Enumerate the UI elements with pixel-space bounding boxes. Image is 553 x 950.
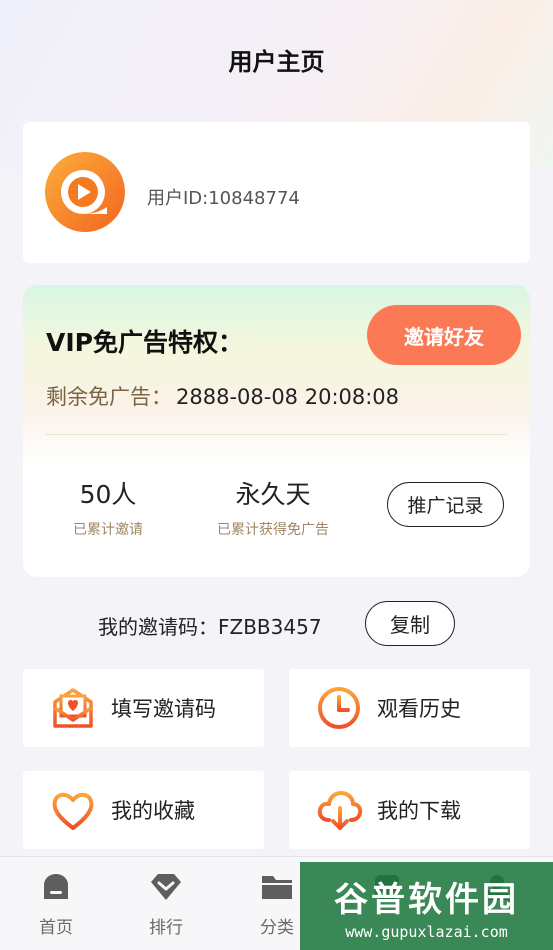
ad-free-days-stat: 永久天 已累计获得免广告 (203, 475, 343, 539)
tile-watch-history[interactable]: 观看历史 (289, 669, 530, 747)
heart-icon (52, 792, 94, 830)
vip-title: VIP免广告特权： (46, 328, 243, 357)
folder-icon (262, 876, 292, 899)
tile-label: 我的下载 (377, 799, 461, 823)
envelope-heart-icon (53, 688, 93, 728)
home-icon (44, 874, 68, 899)
watermark: 谷普软件园 www.gupuxlazai.com (300, 862, 553, 950)
tile-label: 填写邀请码 (111, 697, 216, 721)
tile-my-downloads[interactable]: 我的下载 (289, 771, 530, 849)
tab-label: 首页 (39, 918, 73, 938)
tile-label: 观看历史 (377, 697, 461, 721)
promotion-record-button[interactable]: 推广记录 (387, 482, 504, 527)
clock-icon (318, 687, 360, 729)
invited-count-stat: 50人 已累计邀请 (53, 475, 163, 539)
watermark-url: www.gupuxlazai.com (345, 922, 508, 941)
copy-button[interactable]: 复制 (365, 601, 455, 646)
invite-code: 我的邀请码：FZBB3457 (98, 615, 322, 639)
user-card[interactable]: 用户ID:10848774 (23, 122, 530, 263)
page-title: 用户主页 (228, 47, 325, 76)
tab-home[interactable]: 首页 (21, 871, 91, 938)
stat-label: 已累计获得免广告 (217, 522, 329, 538)
vip-card: VIP免广告特权： 邀请好友 剩余免广告： 2888-08-08 20:08:08… (23, 285, 530, 577)
user-id: 用户ID:10848774 (147, 188, 300, 209)
tile-enter-invite-code[interactable]: 填写邀请码 (23, 669, 264, 747)
cloud-download-icon (317, 791, 363, 830)
remain-label: 剩余免广告： (46, 385, 172, 409)
stat-value: 50人 (79, 480, 137, 509)
remain-value: 2888-08-08 20:08:08 (176, 385, 400, 409)
header: 用户主页 (0, 0, 553, 118)
stat-label: 已累计邀请 (73, 522, 143, 538)
remain-ad-free: 剩余免广告： 2888-08-08 20:08:08 (46, 381, 399, 411)
divider (46, 434, 507, 435)
tile-my-favorites[interactable]: 我的收藏 (23, 771, 264, 849)
stat-value: 永久天 (235, 480, 311, 509)
rank-icon (151, 874, 181, 900)
tab-label: 排行 (149, 918, 183, 938)
tile-label: 我的收藏 (111, 799, 195, 823)
watermark-text: 谷普软件园 (334, 879, 519, 920)
avatar[interactable] (45, 152, 125, 232)
invite-friends-button[interactable]: 邀请好友 (367, 305, 521, 365)
tab-rank[interactable]: 排行 (131, 871, 201, 938)
